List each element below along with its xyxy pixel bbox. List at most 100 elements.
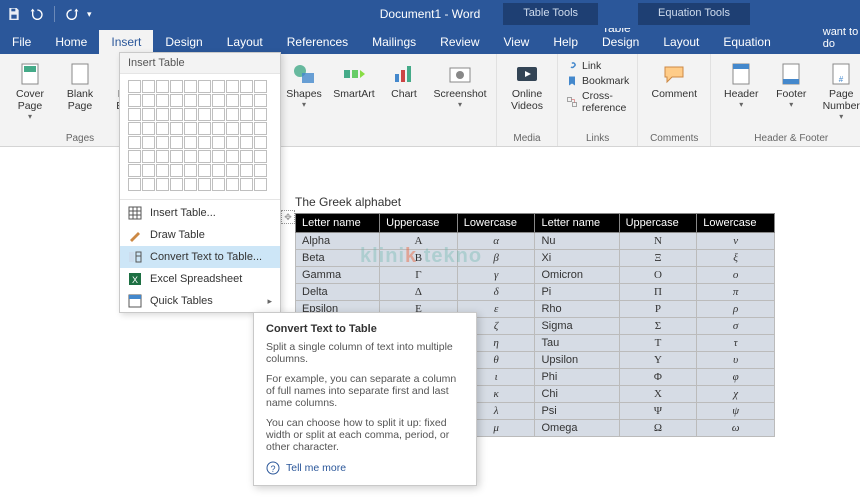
table-cell[interactable]: Α: [380, 233, 458, 250]
grid-cell[interactable]: [170, 80, 183, 93]
grid-cell[interactable]: [128, 80, 141, 93]
grid-cell[interactable]: [212, 178, 225, 191]
tab-help[interactable]: Help: [541, 30, 590, 54]
blank-page-button[interactable]: Blank Page: [58, 58, 102, 112]
table-cell[interactable]: Ξ: [619, 250, 697, 267]
grid-cell[interactable]: [156, 108, 169, 121]
table-cell[interactable]: Υ: [619, 352, 697, 369]
grid-cell[interactable]: [226, 122, 239, 135]
table-cell[interactable]: π: [697, 284, 775, 301]
table-cell[interactable]: Σ: [619, 318, 697, 335]
grid-cell[interactable]: [254, 94, 267, 107]
table-cell[interactable]: Ρ: [619, 301, 697, 318]
table-cell[interactable]: Xi: [535, 250, 619, 267]
grid-cell[interactable]: [254, 108, 267, 121]
grid-cell[interactable]: [156, 150, 169, 163]
table-header[interactable]: Lowercase: [457, 214, 535, 233]
grid-cell[interactable]: [212, 122, 225, 135]
menu-excel-spreadsheet[interactable]: XExcel Spreadsheet: [120, 268, 280, 290]
grid-cell[interactable]: [254, 178, 267, 191]
tab-layout[interactable]: Layout: [215, 30, 275, 54]
grid-cell[interactable]: [212, 150, 225, 163]
grid-cell[interactable]: [142, 136, 155, 149]
grid-cell[interactable]: [184, 136, 197, 149]
grid-cell[interactable]: [184, 80, 197, 93]
grid-cell[interactable]: [128, 164, 141, 177]
bookmark-button[interactable]: Bookmark: [566, 75, 629, 87]
document-heading[interactable]: The Greek alphabet: [295, 195, 775, 209]
grid-cell[interactable]: [170, 136, 183, 149]
table-cell[interactable]: ω: [697, 420, 775, 437]
table-cell[interactable]: Tau: [535, 335, 619, 352]
grid-cell[interactable]: [170, 150, 183, 163]
grid-cell[interactable]: [170, 122, 183, 135]
grid-cell[interactable]: [128, 108, 141, 121]
tab-review[interactable]: Review: [428, 30, 491, 54]
grid-cell[interactable]: [240, 122, 253, 135]
table-cell[interactable]: Τ: [619, 335, 697, 352]
grid-cell[interactable]: [142, 150, 155, 163]
grid-cell[interactable]: [156, 80, 169, 93]
table-cell[interactable]: φ: [697, 369, 775, 386]
table-cell[interactable]: Δ: [380, 284, 458, 301]
tab-view[interactable]: View: [492, 30, 542, 54]
grid-cell[interactable]: [198, 178, 211, 191]
grid-cell[interactable]: [198, 80, 211, 93]
tab-mailings[interactable]: Mailings: [360, 30, 428, 54]
table-cell[interactable]: Χ: [619, 386, 697, 403]
grid-cell[interactable]: [128, 150, 141, 163]
grid-cell[interactable]: [198, 94, 211, 107]
grid-cell[interactable]: [128, 122, 141, 135]
table-cell[interactable]: Ψ: [619, 403, 697, 420]
grid-cell[interactable]: [184, 164, 197, 177]
grid-cell[interactable]: [212, 80, 225, 93]
table-cell[interactable]: Beta: [296, 250, 380, 267]
table-header[interactable]: Uppercase: [619, 214, 697, 233]
grid-cell[interactable]: [156, 136, 169, 149]
grid-cell[interactable]: [198, 108, 211, 121]
table-cell[interactable]: σ: [697, 318, 775, 335]
grid-cell[interactable]: [240, 164, 253, 177]
footer-button[interactable]: Footer▾: [769, 58, 813, 109]
grid-cell[interactable]: [184, 178, 197, 191]
table-cell[interactable]: Delta: [296, 284, 380, 301]
table-cell[interactable]: Ο: [619, 267, 697, 284]
grid-cell[interactable]: [226, 94, 239, 107]
table-row[interactable]: DeltaΔδPiΠπ: [296, 284, 775, 301]
table-size-grid[interactable]: [120, 74, 280, 197]
grid-cell[interactable]: [240, 108, 253, 121]
tab-layout2[interactable]: Layout: [651, 30, 711, 54]
grid-cell[interactable]: [156, 178, 169, 191]
grid-cell[interactable]: [240, 150, 253, 163]
table-cell[interactable]: Rho: [535, 301, 619, 318]
tab-references[interactable]: References: [275, 30, 360, 54]
grid-cell[interactable]: [226, 80, 239, 93]
grid-cell[interactable]: [254, 150, 267, 163]
comment-button[interactable]: Comment: [646, 58, 702, 100]
undo-icon[interactable]: [28, 6, 44, 22]
table-cell[interactable]: Π: [619, 284, 697, 301]
table-cell[interactable]: Alpha: [296, 233, 380, 250]
grid-cell[interactable]: [170, 108, 183, 121]
grid-cell[interactable]: [142, 80, 155, 93]
cross-reference-button[interactable]: Cross-reference: [566, 90, 629, 114]
grid-cell[interactable]: [128, 136, 141, 149]
grid-cell[interactable]: [254, 122, 267, 135]
grid-cell[interactable]: [254, 136, 267, 149]
chevron-down-icon[interactable]: ▾: [87, 9, 92, 20]
grid-cell[interactable]: [226, 164, 239, 177]
menu-quick-tables[interactable]: Quick Tables▸: [120, 290, 280, 312]
table-cell[interactable]: Chi: [535, 386, 619, 403]
table-cell[interactable]: Β: [380, 250, 458, 267]
table-cell[interactable]: Omega: [535, 420, 619, 437]
table-cell[interactable]: ο: [697, 267, 775, 284]
grid-cell[interactable]: [170, 178, 183, 191]
cover-page-button[interactable]: Cover Page▾: [8, 58, 52, 121]
shapes-button[interactable]: Shapes▾: [282, 58, 326, 109]
grid-cell[interactable]: [212, 164, 225, 177]
grid-cell[interactable]: [226, 136, 239, 149]
link-button[interactable]: Link: [566, 60, 629, 72]
table-move-handle[interactable]: ✥: [281, 210, 295, 224]
grid-cell[interactable]: [184, 94, 197, 107]
table-cell[interactable]: Γ: [380, 267, 458, 284]
